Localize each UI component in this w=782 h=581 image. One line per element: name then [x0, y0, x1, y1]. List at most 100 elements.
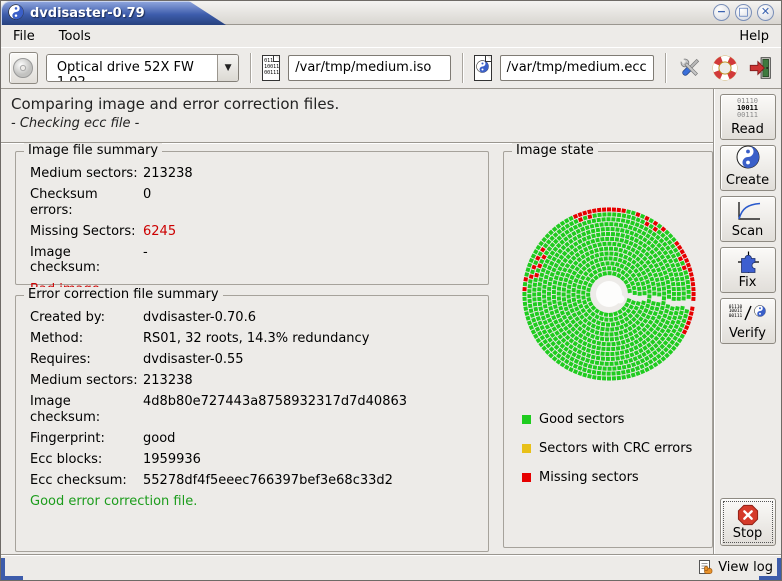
view-log-button[interactable]: View log [718, 560, 773, 575]
row-value: 213238 [143, 166, 193, 182]
legend-item: Good sectors [522, 412, 712, 427]
cd-icon [11, 56, 35, 80]
summary-row: Fingerprint:good [30, 431, 478, 447]
summary-row: Method:RS01, 32 roots, 14.3% redundancy [30, 331, 478, 347]
row-value: 213238 [143, 373, 193, 389]
image-file-summary-frame: Image file summary Medium sectors:213238… [15, 151, 489, 285]
status-submessage: - Checking ecc file - [11, 116, 703, 131]
summary-row: Ecc checksum:55278df4f5eeec766397bef3e68… [30, 473, 478, 489]
row-label: Image checksum: [30, 245, 143, 276]
summary-row: Created by:dvdisaster-0.70.6 [30, 310, 478, 326]
row-value: 0 [143, 187, 151, 218]
view-log-icon [697, 559, 714, 576]
menu-help[interactable]: Help [737, 28, 771, 45]
image-file-input[interactable]: /var/tmp/medium.iso [288, 55, 450, 81]
row-value: dvdisaster-0.70.6 [143, 310, 256, 326]
summary-row: Image checksum:4d8b80e727443a8758932317d… [30, 394, 478, 425]
drive-selector[interactable]: Optical drive 52X FW 1.02 ▼ [46, 54, 239, 82]
summary-row: Medium sectors:213238 [30, 166, 478, 182]
close-button[interactable]: ✕ [757, 4, 774, 21]
row-value: 1959936 [143, 452, 201, 468]
exit-door-icon [747, 55, 773, 81]
tools-icon [677, 55, 703, 81]
row-label: Medium sectors: [30, 166, 143, 182]
stop-button[interactable]: Stop [720, 498, 776, 546]
row-value: dvdisaster-0.55 [143, 352, 244, 368]
toolbar: Optical drive 52X FW 1.02 ▼ 011 10011 00… [1, 47, 781, 89]
legend-label: Missing sectors [539, 470, 639, 485]
ecc-summary-verdict: Good error correction file. [30, 494, 478, 509]
summary-row: Ecc blocks:1959936 [30, 452, 478, 468]
window-corner-accent [777, 558, 781, 580]
scan-button[interactable]: Scan [720, 196, 776, 242]
row-label: Image checksum: [30, 394, 143, 425]
row-label: Medium sectors: [30, 373, 143, 389]
minimize-button[interactable]: − [713, 4, 730, 21]
sector-legend: Good sectors Sectors with CRC errors Missi… [522, 412, 712, 485]
row-label: Ecc checksum: [30, 473, 143, 489]
puzzle-piece-icon [735, 250, 761, 274]
image-file-icon: 011 10011 00111 [262, 55, 280, 81]
row-label: Requires: [30, 352, 143, 368]
drive-select-button[interactable] [9, 52, 38, 84]
legend-item: Sectors with CRC errors [522, 441, 712, 456]
legend-label: Sectors with CRC errors [539, 441, 692, 456]
legend-item: Missing sectors [522, 470, 712, 485]
read-button[interactable]: 01110 10011 00111 Read [720, 94, 776, 140]
row-value: good [143, 431, 175, 447]
app-window: dvdisaster-0.79 − □ ✕ File Tools Help Op… [0, 0, 782, 581]
row-value: - [143, 245, 148, 276]
yinyang-icon [754, 305, 766, 321]
toolbar-separator [250, 53, 251, 83]
app-yinyang-icon [8, 4, 24, 24]
yinyang-icon [736, 145, 760, 173]
window-corner-accent [1, 558, 5, 580]
title-bar: dvdisaster-0.79 − □ ✕ [1, 1, 781, 25]
row-value: 4d8b80e727443a8758932317d7d40863 [143, 394, 407, 425]
row-value: 6245 [143, 224, 176, 240]
ecc-file-input[interactable]: /var/tmp/medium.ecc [500, 55, 654, 81]
summary-row: Medium sectors:213238 [30, 373, 478, 389]
image-summary-rows: Medium sectors:213238Checksum errors:0Mi… [30, 166, 478, 276]
row-value: 55278df4f5eeec766397bef3e68c33d2 [143, 473, 393, 489]
summary-row: Checksum errors:0 [30, 187, 478, 218]
menu-tools[interactable]: Tools [57, 28, 93, 45]
row-label: Created by: [30, 310, 143, 326]
status-area: Comparing image and error correction fil… [1, 89, 713, 143]
legend-label: Good sectors [539, 412, 624, 427]
chevron-down-icon[interactable]: ▼ [217, 55, 238, 81]
frame-title: Error correction file summary [24, 287, 223, 302]
legend-swatch [522, 473, 531, 482]
verify-button[interactable]: 01110 10011 00111 Verify [720, 298, 776, 344]
row-label: Checksum errors: [30, 187, 143, 218]
window-title: dvdisaster-0.79 [30, 6, 145, 21]
summary-row: Requires:dvdisaster-0.55 [30, 352, 478, 368]
disc-sector-map [506, 158, 712, 408]
drive-selector-value: Optical drive 52X FW 1.02 [47, 55, 217, 81]
stop-octagon-icon [737, 504, 759, 526]
image-state-frame: Image state Good sectorsSectors with CRC… [503, 151, 713, 548]
legend-swatch [522, 415, 531, 424]
scan-graph-icon [734, 200, 762, 222]
fix-button[interactable]: Fix [720, 247, 776, 293]
help-button[interactable] [711, 53, 738, 83]
summary-row: Missing Sectors:6245 [30, 224, 478, 240]
frame-title: Image state [512, 143, 598, 158]
ecc-summary-rows: Created by:dvdisaster-0.70.6Method:RS01,… [30, 310, 478, 488]
menu-file[interactable]: File [11, 28, 37, 45]
preferences-button[interactable] [677, 53, 704, 83]
row-label: Missing Sectors: [30, 224, 143, 240]
maximize-button[interactable]: □ [735, 4, 752, 21]
ecc-file-icon [474, 55, 492, 81]
ecc-yinyang-icon [476, 60, 489, 75]
bottom-bar: View log [1, 554, 781, 580]
create-button[interactable]: Create [720, 145, 776, 191]
action-sidebar: 01110 10011 00111 Read Create [713, 89, 781, 554]
row-value: RS01, 32 roots, 14.3% redundancy [143, 331, 369, 347]
title-tab: dvdisaster-0.79 [1, 1, 226, 25]
verify-compare-icon: 01110 10011 00111 [729, 305, 767, 321]
legend-swatch [522, 444, 531, 453]
frame-title: Image file summary [24, 143, 162, 158]
quit-button[interactable] [746, 53, 773, 83]
row-label: Method: [30, 331, 143, 347]
